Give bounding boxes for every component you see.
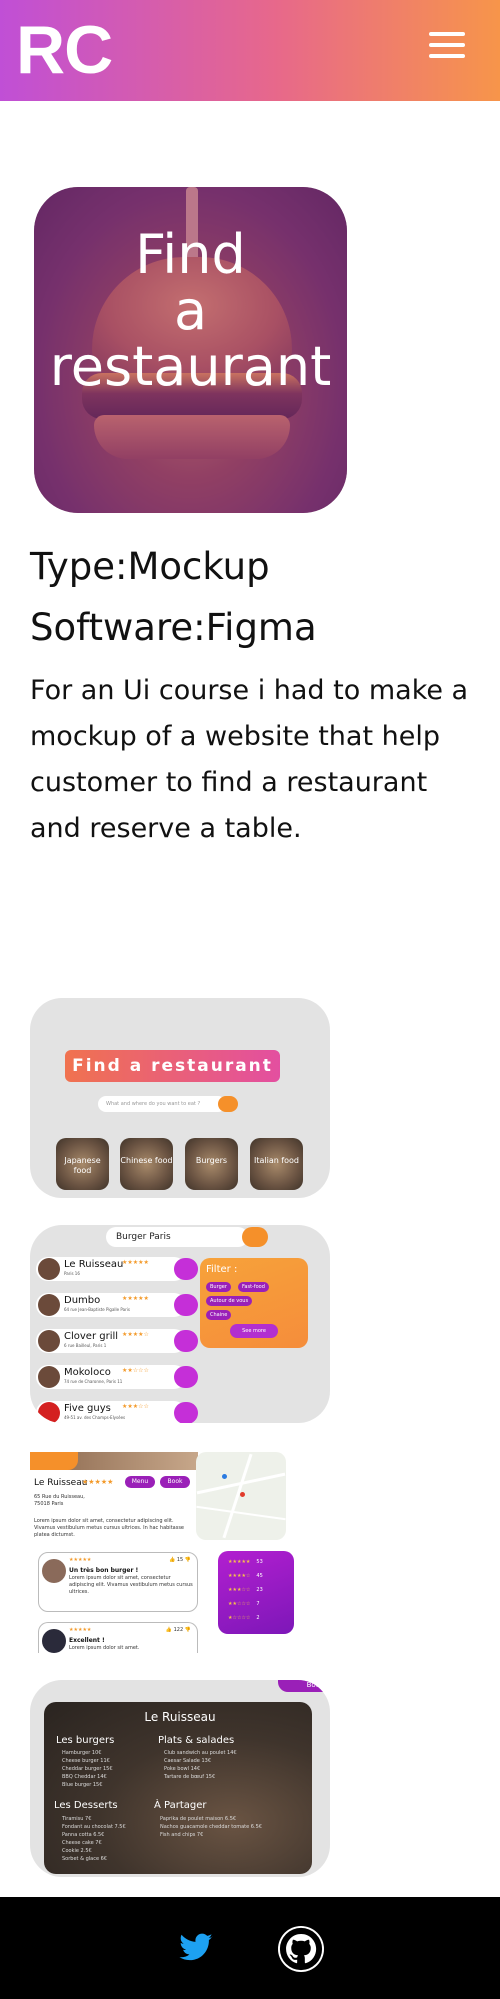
mock-banner: Find a restaurant	[65, 1050, 280, 1082]
mockup-screenshot-menu: Book Le Ruisseau Les burgers Hamburger 1…	[30, 1680, 330, 1877]
github-icon[interactable]	[278, 1926, 324, 1972]
mock-restaurant-row: Five guys ★★★☆☆ 49-51 av. des Champs-Elys…	[36, 1401, 198, 1423]
mock-tile: Italian food	[250, 1138, 303, 1190]
mock-restaurant-row: Le Ruisseau ★★★★★ Paris 16	[36, 1257, 198, 1281]
project-type: Type:Mockup	[30, 545, 270, 588]
project-description: For an Ui course i had to make a mockup …	[30, 675, 469, 844]
mock-tile: Japanese food	[56, 1138, 109, 1190]
twitter-icon[interactable]	[178, 1930, 214, 1966]
mock-search-icon	[218, 1096, 238, 1112]
hamburger-icon[interactable]	[429, 30, 465, 60]
site-header: RC	[0, 0, 500, 101]
mock-review: ★★★★★ 👍 122 👎 Excellent ! Lorem ipsum do…	[38, 1622, 198, 1653]
mock-tile: Chinese food	[120, 1138, 173, 1190]
mock-restaurant-row: Mokoloco ★★☆☆☆ 74 rue de Charonne, Paris …	[36, 1365, 198, 1389]
cover-title: Find a restaurant	[49, 223, 332, 398]
mock-filter-panel: Filter : Burger Fast-food Autour de vous…	[200, 1258, 308, 1348]
mock-review: ★★★★★ 👍 15 👎 Un très bon burger ! Lorem …	[38, 1552, 198, 1612]
project-cover-image: Find a restaurant	[34, 187, 347, 513]
project-software: Software:Figma	[30, 606, 317, 649]
mockup-screenshot-detail: Le Ruisseau ★★★★★ Menu Book 65 Rue du Ru…	[30, 1448, 330, 1653]
mockup-screenshot-results: Burger Paris Le Ruisseau ★★★★★ Paris 16 D…	[30, 1225, 330, 1423]
mock-map	[196, 1452, 286, 1540]
mockup-screenshot-home: Find a restaurant What and where do you …	[30, 998, 330, 1198]
mock-tile: Burgers	[185, 1138, 238, 1190]
mock-search-input: What and where do you want to eat ?	[98, 1096, 226, 1112]
site-footer	[0, 1897, 500, 1999]
mock-search-icon	[242, 1227, 268, 1247]
site-logo[interactable]: RC	[16, 14, 113, 86]
mock-search-input: Burger Paris	[106, 1227, 248, 1247]
mock-restaurant-row: Dumbo ★★★★★ 64 rue Jean-Baptiste Pigalle …	[36, 1293, 198, 1317]
mock-restaurant-row: Clover grill ★★★★☆ 6 rue Bailleul, Paris …	[36, 1329, 198, 1353]
mock-rating-summary: ★★★★★ 53 ★★★★☆ 45 ★★★☆☆ 23 ★★☆☆☆ 7 ★☆☆☆☆ 2	[218, 1551, 294, 1634]
